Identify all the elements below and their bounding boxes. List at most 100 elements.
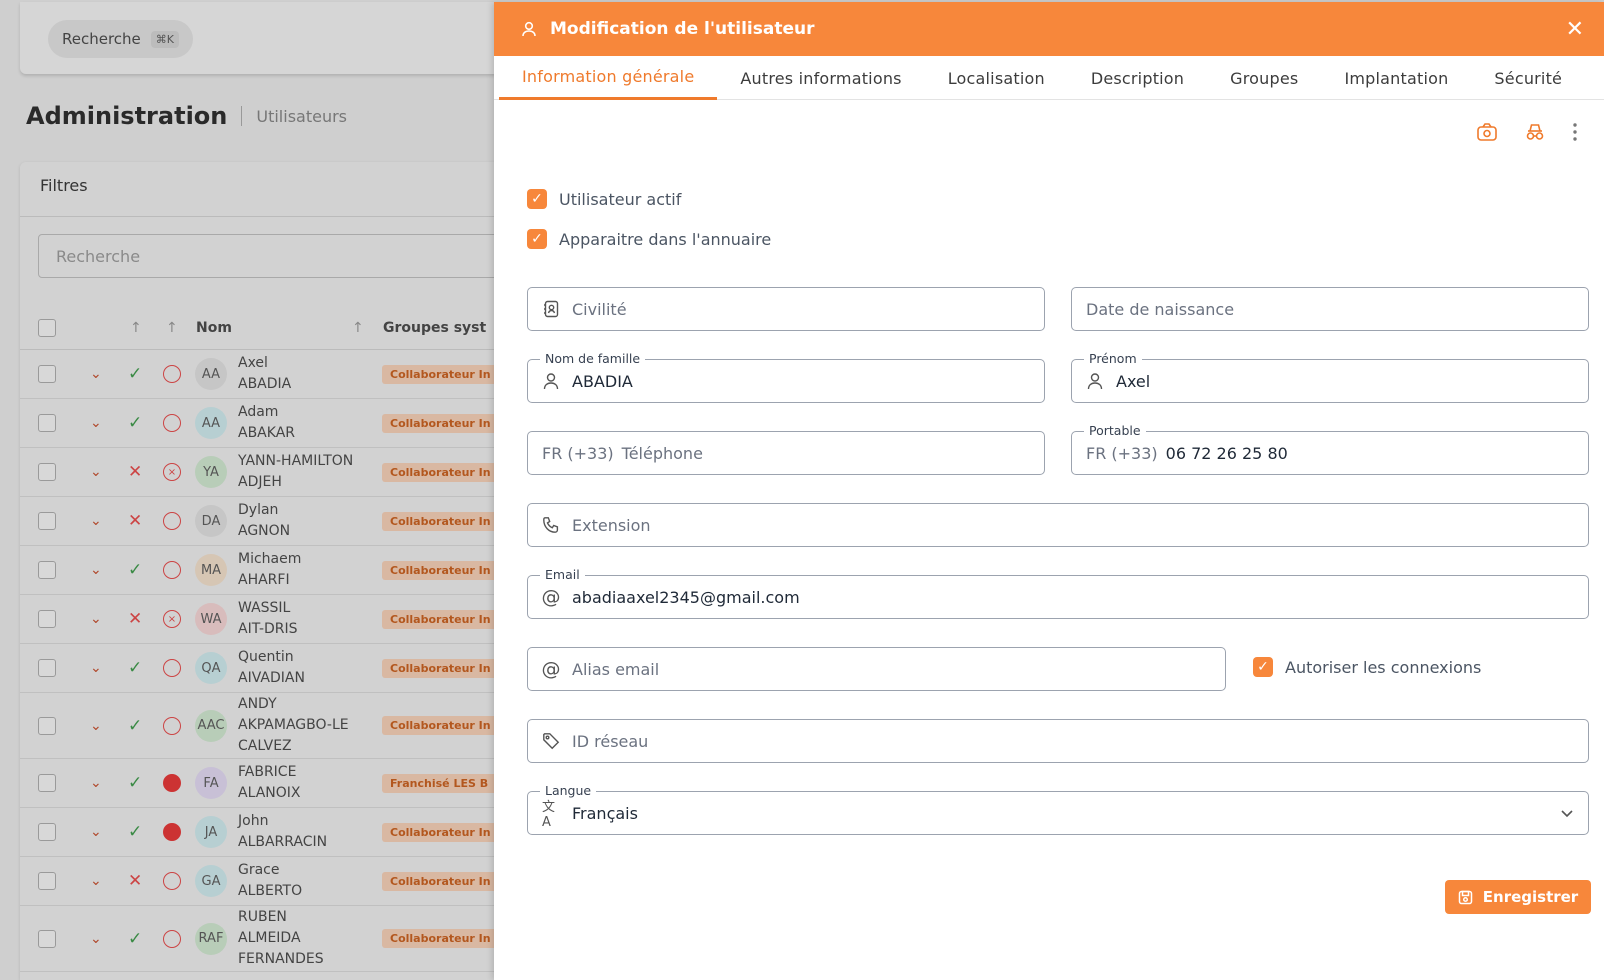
row-checkbox[interactable] — [38, 463, 56, 481]
table-row[interactable]: ⌄ ✓ FA FABRICE ALANOIX Franchisé LES B — [20, 759, 500, 808]
table-row[interactable]: ⌄ ✕ DA Dylan AGNON Collaborateur In — [20, 497, 500, 546]
tab-3[interactable]: Description — [1068, 56, 1207, 100]
allow-connections-checkbox[interactable]: ✓ Autoriser les connexions — [1253, 657, 1481, 677]
close-icon[interactable]: ✕ — [1566, 17, 1584, 42]
global-search-button[interactable]: Recherche ⌘K — [48, 20, 193, 58]
filters-search-input[interactable]: Recherche — [38, 234, 508, 278]
chevron-down-icon — [1560, 808, 1574, 818]
chevron-down-icon[interactable]: ⌄ — [90, 931, 102, 947]
chevron-down-icon[interactable]: ⌄ — [90, 873, 102, 889]
filters-title[interactable]: Filtres — [40, 176, 88, 195]
mobile-field[interactable]: Portable FR (+33) 06 72 26 25 80 — [1071, 423, 1589, 475]
sort-up-icon[interactable]: ↑ — [130, 320, 142, 336]
user-first-name: John — [238, 813, 269, 829]
save-button[interactable]: Enregistrer — [1445, 880, 1591, 914]
user-last-name: ALBERTO — [238, 883, 303, 899]
table-row[interactable]: ⌄ ✓ MA Michaem AHARFI Collaborateur In — [20, 546, 500, 595]
avatar: RAF — [195, 922, 227, 955]
alias-email-field[interactable]: @ Alias email — [527, 647, 1226, 691]
chevron-down-icon[interactable]: ⌄ — [90, 611, 102, 627]
active-user-checkbox[interactable]: ✓ Utilisateur actif — [527, 189, 681, 209]
avatar: FA — [195, 767, 227, 799]
filters-divider — [20, 216, 500, 217]
table-row[interactable]: ⌄ ✓ JA John ALBARRACIN Collaborateur In — [20, 808, 500, 857]
chevron-down-icon[interactable]: ⌄ — [90, 415, 102, 431]
table-row[interactable]: ⌄ ✕ × YA YANN-HAMILTON ADJEH Collaborateur In — [20, 448, 500, 497]
row-checkbox[interactable] — [38, 610, 56, 628]
incognito-icon[interactable] — [1524, 122, 1546, 147]
firstname-value: Axel — [1116, 371, 1151, 391]
tab-5[interactable]: Implantation — [1321, 56, 1471, 100]
chevron-down-icon[interactable]: ⌄ — [90, 464, 102, 480]
table-row[interactable]: ⌄ ✓ AAC ANDY AKPAMAGBO-LE CALVEZ Collaborateur… — [20, 693, 500, 759]
lastname-field[interactable]: Nom de famille ABADIA — [527, 351, 1045, 403]
extension-field[interactable]: Extension — [527, 503, 1589, 547]
cross-icon: ✕ — [128, 462, 143, 482]
table-row[interactable]: ⌄ ✓ AA Adam ABAKAR Collaborateur In — [20, 399, 500, 448]
user-last-name: ALANOIX — [238, 785, 301, 801]
civility-placeholder: Civilité — [572, 299, 627, 319]
column-name[interactable]: Nom — [196, 320, 232, 336]
select-all-checkbox[interactable] — [38, 318, 56, 337]
row-checkbox[interactable] — [38, 872, 56, 890]
drawer-tabs: Information générale Autres informations L… — [494, 56, 1604, 100]
drawer-actions — [1476, 122, 1578, 147]
tab-2[interactable]: Localisation — [925, 56, 1068, 100]
tab-6[interactable]: Sécurité — [1471, 56, 1585, 100]
search-shortcut: ⌘K — [150, 30, 179, 48]
mobile-country-prefix[interactable]: FR (+33) — [1086, 444, 1158, 463]
row-checkbox[interactable] — [38, 414, 56, 432]
chevron-down-icon[interactable]: ⌄ — [90, 366, 102, 382]
user-last-name: AKPAMAGBO-LE — [238, 717, 349, 733]
row-checkbox[interactable] — [38, 659, 56, 677]
sort-up-icon[interactable]: ↑ — [352, 320, 364, 336]
check-icon: ✓ — [128, 715, 143, 736]
row-checkbox[interactable] — [38, 365, 56, 383]
at-sign-icon: @ — [541, 658, 561, 680]
row-checkbox[interactable] — [38, 561, 56, 579]
chevron-down-icon[interactable]: ⌄ — [90, 513, 102, 529]
table-row[interactable]: ⌄ ✓ RAF RUBEN ALMEIDA FERNANDES Collaborateur … — [20, 906, 500, 972]
more-vertical-icon[interactable] — [1572, 122, 1578, 147]
active-user-label: Utilisateur actif — [559, 189, 682, 209]
language-select[interactable]: Langue 文A Français — [527, 783, 1589, 835]
sort-up-icon[interactable]: ↑ — [166, 320, 178, 336]
table-header: ↑ ↑ Nom ↑ Groupes syst — [20, 306, 500, 350]
table-row[interactable]: ⌄ ✕ × WA WASSIL AIT-DRIS Collaborateur In — [20, 595, 500, 644]
birthdate-field[interactable]: Date de naissance — [1071, 287, 1589, 331]
avatar: AA — [195, 358, 227, 390]
chevron-down-icon[interactable]: ⌄ — [90, 562, 102, 578]
avatar: QA — [195, 652, 227, 684]
status-circle-icon — [163, 774, 181, 792]
email-field[interactable]: Email @ abadiaaxel2345@gmail.com — [527, 567, 1589, 619]
firstname-field[interactable]: Prénom Axel — [1071, 351, 1589, 403]
chevron-down-icon[interactable]: ⌄ — [90, 775, 102, 791]
row-checkbox[interactable] — [38, 716, 56, 735]
group-badge: Collaborateur In — [382, 511, 500, 531]
chevron-down-icon[interactable]: ⌄ — [90, 718, 102, 734]
phone-country-prefix[interactable]: FR (+33) — [542, 444, 614, 463]
phone-field[interactable]: FR (+33) Téléphone — [527, 431, 1045, 475]
row-checkbox[interactable] — [38, 512, 56, 530]
page-title: Administration — [26, 102, 228, 130]
table-row[interactable]: ⌄ ✓ AA Axel ABADIA Collaborateur In — [20, 350, 500, 399]
chevron-down-icon[interactable]: ⌄ — [90, 660, 102, 676]
network-id-field[interactable]: ID réseau — [527, 719, 1589, 763]
camera-icon[interactable] — [1476, 122, 1498, 147]
row-checkbox[interactable] — [38, 774, 56, 792]
chevron-down-icon[interactable]: ⌄ — [90, 824, 102, 840]
user-first-name: ANDY — [238, 696, 277, 712]
table-row[interactable]: ⌄ ✓ QA Quentin AIVADIAN Collaborateur In — [20, 644, 500, 693]
tab-1[interactable]: Autres informations — [717, 56, 924, 100]
lastname-label: Nom de famille — [540, 351, 646, 366]
check-icon: ✓ — [128, 773, 143, 793]
civility-select[interactable]: Civilité — [527, 287, 1045, 331]
row-checkbox[interactable] — [38, 823, 56, 841]
table-row[interactable]: ⌄ ✕ GA Grace ALBERTO Collaborateur In — [20, 857, 500, 906]
directory-checkbox[interactable]: ✓ Apparaitre dans l'annuaire — [527, 229, 771, 249]
tab-0[interactable]: Information générale — [499, 56, 718, 100]
user-first-name: FABRICE — [238, 764, 297, 780]
row-checkbox[interactable] — [38, 929, 56, 948]
tab-4[interactable]: Groupes — [1207, 56, 1321, 100]
column-groups[interactable]: Groupes syst — [383, 320, 486, 336]
